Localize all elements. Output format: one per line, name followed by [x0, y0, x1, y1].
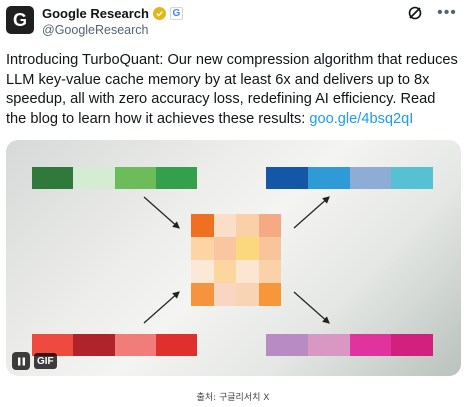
- author-row: Google Research G: [42, 6, 183, 21]
- tweet-text: Introducing TurboQuant: Our new compress…: [6, 51, 458, 129]
- image-caption: 출처: 구글리서치 X: [196, 393, 270, 403]
- avatar[interactable]: G: [6, 6, 34, 34]
- media-gif[interactable]: GIF: [6, 140, 461, 376]
- affiliate-badge-icon[interactable]: G: [169, 7, 183, 20]
- pause-icon[interactable]: [12, 352, 30, 370]
- handle[interactable]: @GoogleResearch: [42, 23, 149, 37]
- arrow-in-bottom: [143, 291, 180, 324]
- tweet-link[interactable]: goo.gle/4bsq2qI: [309, 111, 413, 127]
- gif-label: GIF: [34, 353, 57, 369]
- display-name[interactable]: Google Research: [42, 6, 149, 21]
- arrow-out-top: [293, 196, 330, 229]
- arrows: [143, 196, 330, 324]
- avatar-letter: G: [12, 9, 27, 30]
- arrow-in-top: [143, 196, 180, 229]
- grok-icon[interactable]: [406, 4, 424, 22]
- top-actions: •••: [406, 4, 456, 22]
- arrow-out-bottom: [293, 291, 330, 324]
- more-dots-icon[interactable]: •••: [437, 4, 456, 22]
- verified-badge-icon: [152, 7, 166, 20]
- gif-controls: GIF: [12, 352, 57, 370]
